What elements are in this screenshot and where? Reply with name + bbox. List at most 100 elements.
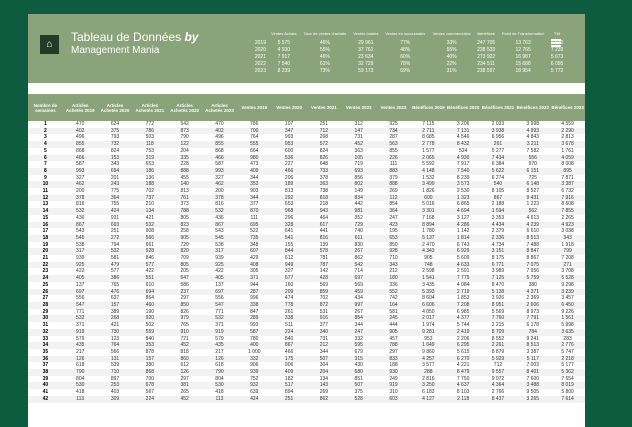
column-header[interactable]: Articles Achetés 2021 (132, 94, 168, 121)
table-row: 38 790 710 868 126 790 939 409 204 680 930 288 8 479… (28, 369, 585, 376)
table-cell: 1 000 (248, 348, 261, 355)
table-cell: 381 (167, 382, 203, 390)
table-cell: 288 (410, 369, 446, 376)
column-header[interactable]: Ventes 2020 (271, 94, 307, 121)
kpi-value: 238 533 (477, 47, 496, 53)
table-cell: 855 (62, 141, 98, 148)
column-header[interactable]: Ventes 2023 (376, 94, 411, 121)
table-cell: 466 (284, 348, 294, 355)
data-table-container: Nombre de semaines Articles Achetés 2019 A… (28, 94, 585, 403)
column-header[interactable]: Bénéfices 2020 (445, 94, 481, 121)
table-row: 18 545 272 566 905 545 735 541 816 611 653 5 137 1 8… (28, 234, 585, 242)
table-cell: 993 (284, 134, 294, 141)
column-header[interactable]: Articles Achetés 2019 (62, 94, 98, 121)
table-cell: 2 017 (410, 315, 446, 323)
table-cell: 2 265 (561, 214, 574, 221)
dashboard-panel: ⌂ Tableau de Données by Management Mania… (28, 14, 585, 427)
week-number-cell: 9 (44, 174, 47, 181)
table-cell: 1 577 (422, 147, 435, 154)
table-cell: 375 (354, 389, 363, 396)
kpi-value: 273 922 (477, 54, 496, 60)
column-header[interactable]: Bénéfices 2021 (480, 94, 516, 121)
table-cell: 131 (97, 355, 133, 363)
table-cell: 112 (376, 194, 411, 202)
table-cell: 347 (271, 127, 307, 135)
table-cell: 8 552 (491, 335, 505, 342)
table-cell: 607 (236, 248, 272, 256)
table-cell: 868 (132, 369, 168, 376)
table-cell: 818 (306, 194, 342, 202)
table-cell: 787 (306, 261, 342, 269)
column-header[interactable]: Ventes 2022 (341, 94, 377, 121)
table-cell: 1 761 (561, 147, 574, 154)
table-cell: 903 (250, 188, 259, 195)
table-cell: 507 (306, 355, 342, 363)
table-cell: 579 (215, 335, 224, 342)
table-cell: 764 (250, 134, 259, 141)
column-header[interactable]: Bénéfices 2019 (410, 94, 446, 121)
table-cell: 8 608 (561, 201, 574, 208)
hamburger-menu-icon[interactable] (551, 39, 561, 47)
table-cell: 545 (62, 234, 98, 242)
table-cell: 212 (306, 342, 342, 349)
table-cell: 2 530 (456, 188, 470, 195)
table-cell: 818 (180, 348, 189, 355)
table-cell: 2 218 (550, 355, 585, 363)
table-cell: 507 (341, 382, 377, 390)
table-cell: 949 (271, 261, 307, 269)
kpi-value: 5 772 (550, 68, 564, 74)
table-cell: 189 (271, 181, 307, 189)
table-row: 4 855 732 118 122 855 555 953 572 452 563 2 778 8 43… (28, 141, 585, 148)
table-cell: 466 (202, 154, 237, 162)
table-cell: 7 125 (480, 275, 516, 282)
table-cell: 864 (145, 295, 155, 302)
column-header[interactable]: Nombre de semaines (28, 94, 63, 121)
week-number-cell: 20 (28, 248, 63, 256)
table-cell: 452 (167, 395, 203, 403)
column-header[interactable]: Articles Achetés 2023 (202, 94, 237, 121)
week-number-cell: 18 (28, 234, 63, 242)
table-cell: 786 (132, 127, 168, 135)
table-cell: 4 694 (445, 208, 481, 215)
table-cell: 153 (97, 154, 133, 162)
column-header[interactable]: Ventes 2019 (236, 94, 272, 121)
kpi-row: 2022 7 540 61% 32 729 78% 22% 234 511 15 688 6 0… (246, 61, 566, 68)
table-cell: 105 (341, 154, 377, 162)
column-header[interactable]: Articles Achetés 2022 (167, 94, 203, 121)
table-cell: 5 177 (561, 362, 574, 369)
table-cell: 304 (319, 362, 329, 369)
table-cell: 4 059 (550, 154, 585, 162)
table-cell: 371 (236, 275, 272, 282)
table-cell: 883 (376, 167, 411, 175)
table-cell: 541 (271, 234, 307, 242)
table-cell: 309 (97, 395, 133, 403)
table-cell: 8 527 (526, 188, 540, 195)
table-cell: 344 (236, 194, 272, 202)
table-cell: 567 (145, 389, 155, 396)
kpi-value: 48% (400, 47, 411, 53)
table-cell: 1 826 (422, 188, 435, 195)
kpi-value: 55% (446, 47, 457, 53)
table-cell: 3 488 (515, 382, 551, 390)
table-row: 17 543 251 908 258 543 522 641 441 740 195 1 780 1 1… (28, 228, 585, 235)
table-cell: 661 (145, 241, 155, 248)
column-header[interactable]: Articles Achetés 2020 (97, 94, 133, 121)
table-row: 9 327 201 136 455 327 344 206 378 856 379 1 532 8 23… (28, 175, 585, 182)
column-header[interactable]: Ventes 2021 (306, 94, 342, 121)
table-cell: 2 778 (410, 141, 446, 148)
table-cell: 748 (410, 261, 446, 269)
table-cell: 551 (132, 275, 168, 282)
table-cell: 5 800 (561, 389, 574, 396)
table-cell: 824 (110, 147, 120, 154)
table-cell: 434 (354, 295, 363, 302)
table-cell: 2 606 (515, 301, 551, 309)
table-cell: 542 (180, 121, 189, 127)
column-header[interactable]: Bénéfices 2022 (515, 94, 551, 121)
kpi-row: 2020 4 930 55% 37 761 48% 55% 238 533 12 765 7 2… (246, 47, 566, 54)
table-cell: 697 (62, 288, 98, 296)
table-cell: 1 532 (422, 174, 435, 181)
table-cell: 532 (202, 315, 237, 323)
table-cell: 600 (284, 147, 294, 154)
table-cell: 422 (76, 268, 85, 275)
column-header[interactable]: Bénéfices 2023 (550, 94, 585, 121)
